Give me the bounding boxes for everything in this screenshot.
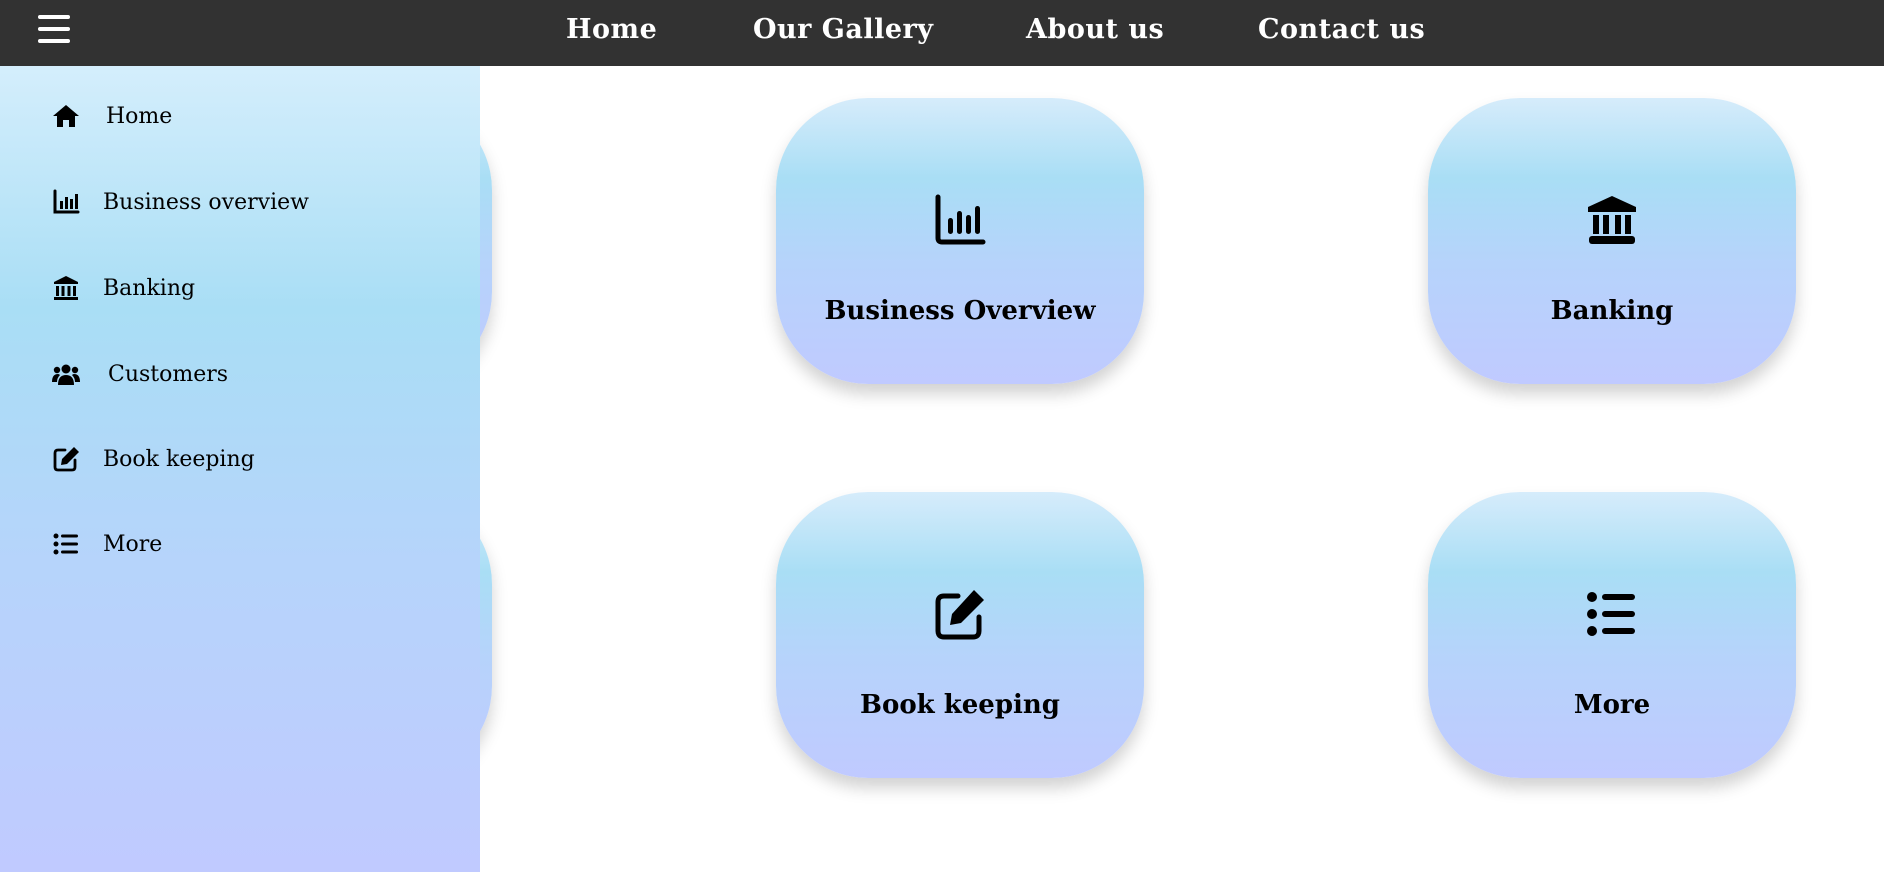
sidebar-item-customers[interactable]: Customers	[52, 354, 228, 394]
list-icon	[1587, 592, 1635, 636]
card-label: Banking	[1550, 296, 1674, 326]
sidebar-item-book-keeping[interactable]: Book keeping	[52, 439, 255, 479]
card-more[interactable]: More	[1428, 492, 1796, 778]
edit-icon	[935, 590, 984, 640]
sidebar-item-label: More	[103, 531, 163, 557]
sidebar-item-label: Customers	[108, 361, 229, 387]
sidebar-item-home[interactable]: Home	[52, 96, 172, 136]
nav-link-home[interactable]: Home	[566, 13, 657, 47]
sidebar-item-banking[interactable]: Banking	[52, 268, 195, 308]
bank-icon	[54, 276, 78, 300]
home-icon	[53, 105, 79, 127]
top-navbar: Home Our Gallery About us Contact us	[0, 0, 1884, 66]
chart-icon	[53, 189, 80, 214]
nav-link-contact[interactable]: Contact us	[1258, 13, 1425, 47]
sidebar-item-label: Business overview	[103, 189, 309, 215]
card-book-keeping[interactable]: Book keeping	[776, 492, 1144, 778]
card-business-overview[interactable]: Business Overview	[776, 98, 1144, 384]
card-label: Business Overview	[824, 296, 1096, 326]
nav-link-gallery[interactable]: Our Gallery	[753, 13, 933, 47]
card-banking[interactable]: Banking	[1428, 98, 1796, 384]
edit-icon	[53, 447, 79, 472]
sidebar: Home Business overview Banking Customers…	[0, 66, 480, 872]
bank-icon	[1588, 196, 1636, 244]
sidebar-item-label: Book keeping	[103, 446, 255, 472]
chart-icon	[935, 194, 986, 245]
nav-link-about[interactable]: About us	[1026, 13, 1164, 47]
sidebar-item-more[interactable]: More	[52, 524, 162, 564]
sidebar-item-business-overview[interactable]: Business overview	[52, 182, 309, 222]
list-icon	[53, 533, 78, 555]
card-label: Book keeping	[860, 690, 1060, 720]
sidebar-item-label: Banking	[103, 275, 196, 301]
sidebar-item-label: Home	[106, 103, 173, 129]
card-label: More	[1573, 690, 1651, 720]
users-icon	[52, 364, 80, 385]
hamburger-menu-icon[interactable]	[38, 15, 70, 43]
